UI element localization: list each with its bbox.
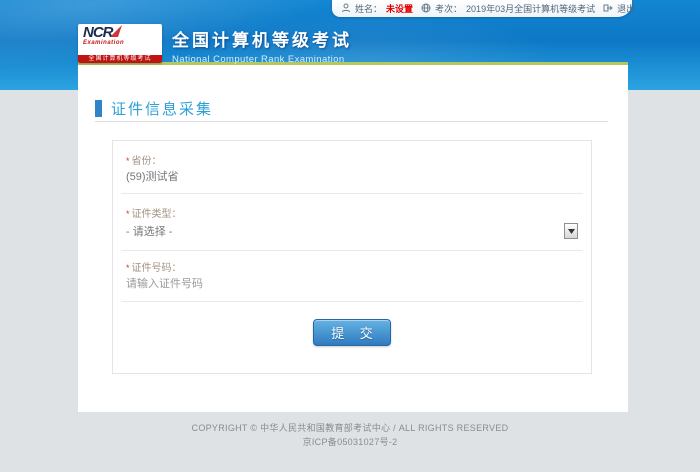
- topbar-session-value: 2019年03月全国计算机等级考试: [466, 2, 595, 15]
- province-label: *省份：: [126, 155, 162, 168]
- section-accent-bar: [95, 100, 102, 117]
- footer-copyright: COPYRIGHT © 中华人民共和国教育部考试中心 / ALL RIGHTS …: [0, 421, 700, 435]
- topbar-name-value: 未设置: [386, 2, 413, 15]
- page: 姓名： 未设置 考次： 2019年03月全国计算机等级考试 退出 NCR Exa…: [0, 0, 700, 472]
- field-divider: [121, 193, 583, 194]
- user-icon: [341, 3, 351, 13]
- logout-icon[interactable]: [603, 3, 613, 13]
- select-dropdown-button[interactable]: [564, 223, 578, 239]
- site-subtitle: National Computer Rank Examination: [172, 54, 352, 65]
- chevron-down-icon: [568, 229, 575, 234]
- section-divider: [95, 121, 608, 122]
- province-value: (59)测试省: [126, 171, 179, 184]
- form-panel: *省份： (59)测试省 *证件类型： - 请选择 - *证件号码：: [112, 140, 592, 374]
- content-card: 证件信息采集 *省份： (59)测试省 *证件类型： - 请选择 -: [78, 62, 628, 412]
- page-title: 证件信息采集: [111, 98, 213, 119]
- ncre-logo: NCR Examination 全国计算机等级考试: [78, 24, 162, 63]
- required-mark: *: [126, 156, 130, 166]
- logout-link[interactable]: 退出: [617, 2, 635, 15]
- logo-banner-text: 全国计算机等级考试: [78, 55, 162, 63]
- globe-icon: [421, 3, 431, 13]
- cert-number-input[interactable]: [126, 276, 566, 292]
- footer: COPYRIGHT © 中华人民共和国教育部考试中心 / ALL RIGHTS …: [0, 421, 700, 449]
- site-title-block: 全国计算机等级考试 National Computer Rank Examina…: [172, 26, 352, 65]
- footer-icp: 京ICP备05031027号-2: [0, 435, 700, 449]
- submit-button[interactable]: 提 交: [313, 319, 391, 346]
- cert-type-select[interactable]: - 请选择 -: [126, 222, 578, 240]
- required-mark: *: [126, 209, 130, 219]
- site-title: 全国计算机等级考试: [172, 26, 352, 51]
- topbar-name-label: 姓名：: [355, 2, 382, 15]
- cert-type-selected-value: - 请选择 -: [126, 223, 172, 239]
- topbar-session-label: 考次：: [435, 2, 462, 15]
- field-divider: [121, 250, 583, 251]
- cert-number-label: *证件号码：: [126, 262, 182, 275]
- logo-examination-text: Examination: [83, 40, 157, 47]
- required-mark: *: [126, 263, 130, 273]
- topbar-user-info: 姓名： 未设置 考次： 2019年03月全国计算机等级考试 退出: [332, 0, 632, 17]
- section-header: 证件信息采集: [95, 98, 213, 119]
- cert-type-label: *证件类型：: [126, 208, 182, 221]
- field-divider: [121, 301, 583, 302]
